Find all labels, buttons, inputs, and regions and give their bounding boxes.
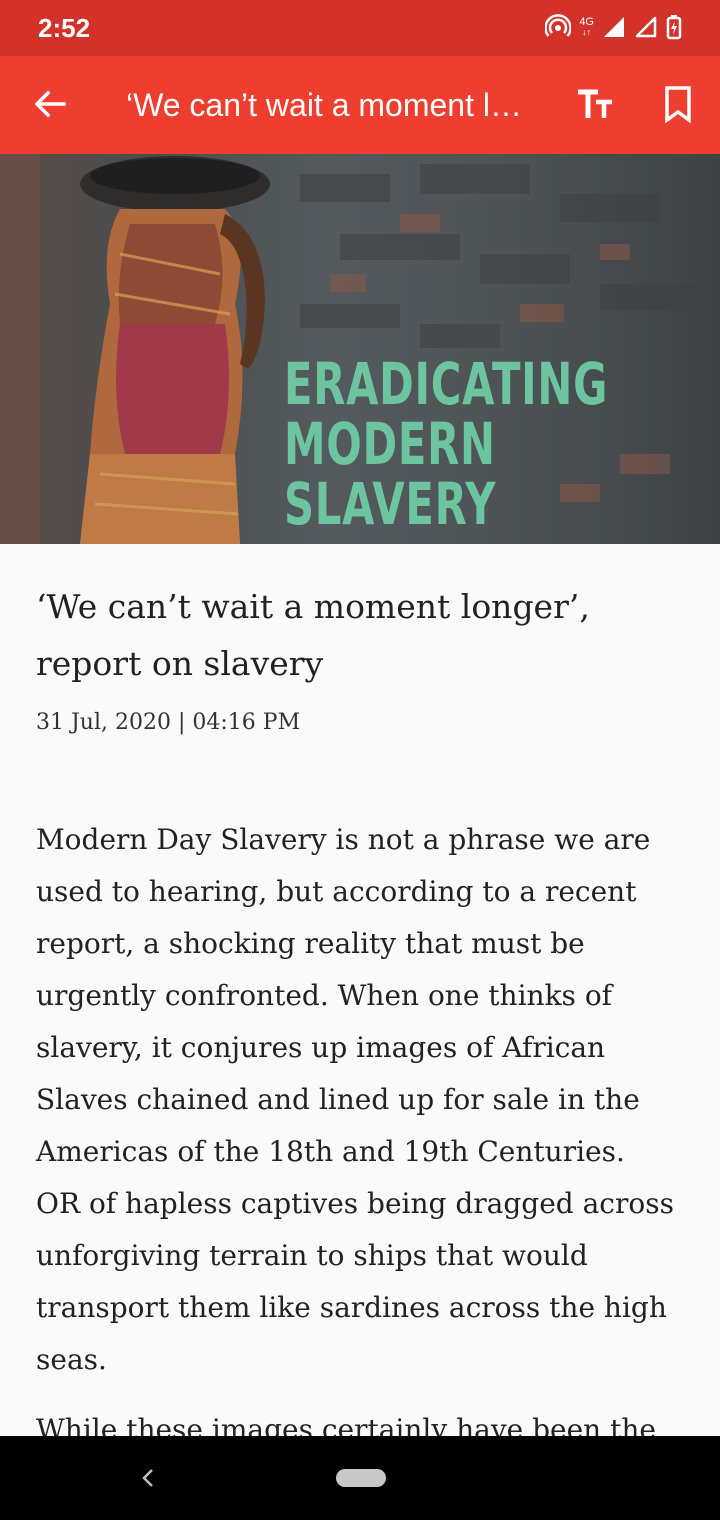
- status-icons: 4G ↓↑: [545, 14, 682, 40]
- hero-overlay-line: MODERN: [284, 410, 496, 478]
- back-button[interactable]: [26, 80, 74, 128]
- app-bar: ‘We can’t wait a moment longer’, report …: [0, 56, 720, 154]
- font-size-button[interactable]: [570, 80, 620, 128]
- status-bar: 2:52 4G ↓↑: [0, 0, 720, 56]
- hero-image: ERADICATING MODERN SLAVERY: [0, 154, 720, 544]
- network-type-icon: 4G ↓↑: [579, 16, 594, 38]
- hero-overlay-text: ERADICATING MODERN SLAVERY: [284, 354, 608, 534]
- bookmark-icon: [665, 86, 691, 124]
- nav-home-pill[interactable]: [336, 1469, 386, 1487]
- network-type-label: 4G: [579, 16, 594, 28]
- arrow-left-icon: [34, 90, 66, 118]
- signal-strength-secondary-icon: [635, 16, 657, 38]
- chevron-left-icon: [142, 1469, 153, 1487]
- status-time: 2:52: [38, 13, 91, 43]
- app-bar-title: ‘We can’t wait a moment longer’, report …: [126, 87, 538, 123]
- signal-strength-icon: [604, 17, 624, 37]
- article-body: Modern Day Slavery is not a phrase we ar…: [36, 814, 676, 1474]
- article-date: 31 Jul, 2020 | 04:16 PM: [36, 710, 301, 735]
- battery-charging-icon: [666, 15, 682, 40]
- article-headline: ‘We can’t wait a moment longer’, report …: [36, 587, 590, 683]
- bookmark-button[interactable]: [654, 80, 702, 128]
- article-paragraph: Modern Day Slavery is not a phrase we ar…: [36, 823, 674, 1376]
- text-size-icon: [578, 89, 612, 118]
- hero-overlay-line: ERADICATING: [284, 350, 609, 418]
- nav-back-button[interactable]: [134, 1462, 162, 1494]
- hero-overlay-line: SLAVERY: [284, 470, 497, 538]
- system-navigation-bar: [0, 1436, 720, 1520]
- hotspot-icon: [545, 14, 572, 37]
